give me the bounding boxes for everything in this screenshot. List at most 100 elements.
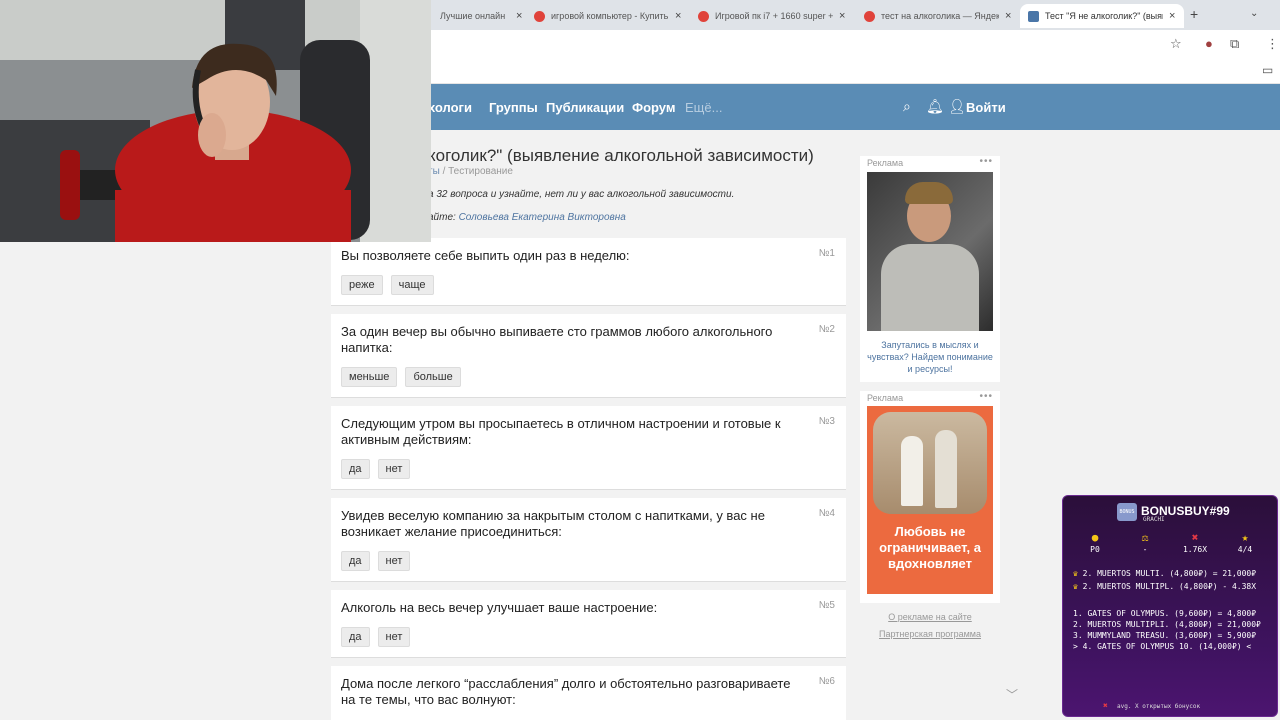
breadcrumb: ты / Тестирование bbox=[428, 166, 513, 177]
answer-button[interactable]: нет bbox=[377, 551, 411, 571]
close-icon[interactable]: × bbox=[1169, 10, 1175, 22]
scale-icon: ⚖ bbox=[1141, 531, 1149, 544]
ad-block-2[interactable]: Реклама ••• Любовь не ограничивает, а вд… bbox=[860, 391, 1000, 603]
star-icon: ★ bbox=[1241, 531, 1249, 544]
tab-4[interactable]: тест на алкоголика — Яндекс × bbox=[856, 4, 1011, 28]
coin-icon: ● bbox=[1091, 531, 1099, 544]
answer-options: да нет bbox=[341, 459, 411, 479]
about-ads-link[interactable]: О рекламе на сайте bbox=[860, 612, 1000, 622]
close-icon[interactable]: × bbox=[1005, 10, 1011, 22]
tab-title: Игровой пк i7 + 1660 super + bbox=[715, 11, 833, 21]
favicon-icon bbox=[534, 10, 545, 22]
tab-5-active[interactable]: Тест "Я не алкоголик?" (выявл × bbox=[1020, 4, 1184, 28]
author-link[interactable]: Соловьева Екатерина Викторовна bbox=[459, 212, 626, 223]
ad-caption[interactable]: Запутались в мыслях и чувствах? Найдем п… bbox=[866, 339, 994, 375]
top-line-text: 2. MUERTOS MULTIPL. (4,800₽) - 4.38X bbox=[1082, 582, 1257, 591]
cross-icon: ✖ bbox=[1191, 531, 1199, 544]
crown-icon: ♛ bbox=[1073, 569, 1078, 578]
tab-title: игровой компьютер - Купить bbox=[551, 11, 669, 21]
answer-button[interactable]: нет bbox=[377, 459, 411, 479]
widget-footer: avg. X открытых бонусок bbox=[1117, 703, 1201, 710]
favicon-icon bbox=[864, 10, 875, 22]
top-line-1: ♛ 2. MUERTOS MULTI. (4,800₽) = 21,000₽ bbox=[1073, 569, 1256, 578]
chevron-down-icon[interactable]: ﹀ bbox=[1006, 686, 1018, 703]
crown-icon: ♛ bbox=[1073, 582, 1078, 591]
nav-link-publications[interactable]: Публикации bbox=[546, 100, 624, 115]
stat-multiplier: ✖ 1.76X bbox=[1177, 531, 1213, 554]
answer-options: реже чаще bbox=[341, 275, 434, 295]
nav-link-more[interactable]: Ещё... bbox=[685, 100, 722, 115]
answer-button[interactable]: да bbox=[341, 459, 370, 479]
ad-banner-text: Любовь не ограничивает, а вдохновляет bbox=[879, 524, 981, 571]
cross-icon: ✖ bbox=[1103, 701, 1108, 710]
stat-balance: ● P0 bbox=[1077, 531, 1113, 554]
question-text: Вы позволяете себе выпить один раз в нед… bbox=[341, 248, 630, 263]
breadcrumb-current: / Тестирование bbox=[442, 166, 513, 177]
close-icon[interactable]: × bbox=[839, 10, 845, 22]
ad-label: Реклама bbox=[867, 158, 904, 168]
page-title: коголик?" (выявление алкогольной зависим… bbox=[428, 146, 814, 165]
favicon-icon bbox=[698, 10, 709, 22]
bonus-list-item: 1. GATES OF OLYMPUS. (9,600₽) = 4,800₽ bbox=[1073, 609, 1257, 618]
answer-button[interactable]: чаще bbox=[390, 275, 434, 295]
answer-button[interactable]: нет bbox=[377, 627, 411, 647]
tab-title: тест на алкоголика — Яндекс bbox=[881, 11, 999, 21]
author-line: айте: Соловьева Екатерина Викторовна bbox=[428, 212, 626, 223]
tab-title: Лучшие онлайн bbox=[440, 11, 506, 21]
ad-banner[interactable]: Любовь не ограничивает, а вдохновляет bbox=[867, 406, 993, 594]
search-icon[interactable]: ⌕ bbox=[903, 98, 911, 115]
extension-icon[interactable]: ● bbox=[1205, 36, 1213, 51]
question-text: Увидев веселую компанию за накрытым стол… bbox=[341, 508, 765, 539]
nav-link-psychologists[interactable]: хологи bbox=[428, 100, 472, 115]
tab-title: Тест "Я не алкоголик?" (выявл bbox=[1045, 11, 1163, 21]
figure-man bbox=[935, 430, 957, 508]
stat-count: ★ 4/4 bbox=[1227, 531, 1263, 554]
answer-button[interactable]: да bbox=[341, 551, 370, 571]
author-label: айте: bbox=[428, 212, 456, 223]
answer-button[interactable]: реже bbox=[341, 275, 383, 295]
close-icon[interactable]: × bbox=[675, 10, 681, 22]
bell-icon[interactable]: 🔔︎ bbox=[926, 98, 944, 115]
more-icon[interactable]: ••• bbox=[979, 156, 993, 167]
stat-scale: ⚖ - bbox=[1127, 531, 1163, 554]
stream-bonus-widget: BONUS BONUSBUY#99 GRACHI ● P0 ⚖ - ✖ 1.76… bbox=[1062, 495, 1278, 717]
nav-link-groups[interactable]: Группы bbox=[489, 100, 538, 115]
bonus-list-item: 3. MUMMYLAND TREASU. (3,600₽) = 5,900₽ bbox=[1073, 631, 1257, 640]
menu-icon[interactable]: ⋮ bbox=[1266, 36, 1279, 52]
question-card-6: Дома после легкого “расслабления” долго … bbox=[331, 666, 846, 720]
answer-button[interactable]: да bbox=[341, 627, 370, 647]
widget-logo: BONUS bbox=[1117, 503, 1137, 521]
folder-icon[interactable]: ▭ bbox=[1262, 63, 1273, 77]
extensions-puzzle-icon[interactable]: ⧉ bbox=[1230, 36, 1239, 52]
stat-value: 1.76X bbox=[1182, 545, 1208, 554]
partner-program-link[interactable]: Партнерская программа bbox=[860, 629, 1000, 639]
widget-subtitle: GRACHI bbox=[1143, 516, 1165, 523]
new-tab-icon[interactable]: + bbox=[1190, 6, 1198, 22]
ad-photo[interactable] bbox=[867, 172, 993, 331]
user-icon[interactable]: 👤︎ bbox=[948, 98, 966, 115]
question-number: №1 bbox=[818, 248, 835, 259]
nav-link-forum[interactable]: Форум bbox=[632, 100, 675, 115]
answer-button[interactable]: меньше bbox=[341, 367, 398, 387]
tab-3[interactable]: Игровой пк i7 + 1660 super + × bbox=[690, 4, 845, 28]
stat-value: - bbox=[1142, 545, 1148, 554]
bookmark-star-icon[interactable]: ☆ bbox=[1170, 36, 1182, 52]
webcam-overlay bbox=[0, 0, 431, 242]
tab-1[interactable]: Лучшие онлайн × bbox=[432, 4, 522, 28]
chevron-down-icon[interactable]: ⌄ bbox=[1250, 8, 1258, 19]
login-link[interactable]: Войти bbox=[966, 100, 1006, 115]
question-text: Следующим утром вы просыпаетесь в отличн… bbox=[341, 416, 781, 447]
question-number: №2 bbox=[818, 324, 835, 335]
question-card-1: Вы позволяете себе выпить один раз в нед… bbox=[331, 238, 846, 306]
ad-banner-photo bbox=[873, 412, 987, 514]
question-text: За один вечер вы обычно выпиваете сто гр… bbox=[341, 324, 773, 355]
ad-block-1[interactable]: Реклама ••• Запутались в мыслях и чувств… bbox=[860, 156, 1000, 382]
tab-2[interactable]: игровой компьютер - Купить × bbox=[526, 4, 681, 28]
more-icon[interactable]: ••• bbox=[979, 391, 993, 402]
close-icon[interactable]: × bbox=[516, 10, 522, 22]
answer-button[interactable]: больше bbox=[405, 367, 461, 387]
person-hair bbox=[905, 182, 953, 204]
bonus-list-item-current: > 4. GATES OF OLYMPUS 10. (14,000₽) < bbox=[1073, 642, 1252, 651]
question-number: №3 bbox=[818, 416, 835, 427]
top-line-2: ♛ 2. MUERTOS MULTIPL. (4,800₽) - 4.38X bbox=[1073, 582, 1256, 591]
